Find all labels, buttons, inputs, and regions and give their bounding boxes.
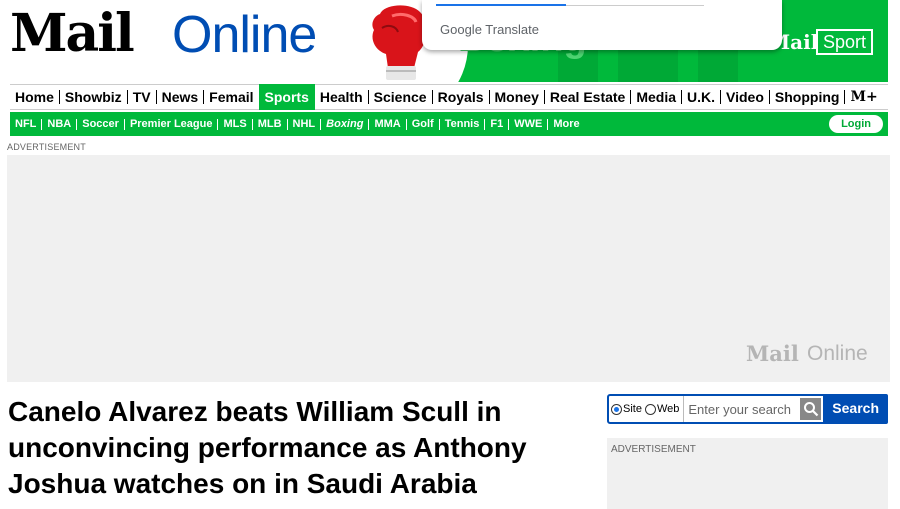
nav-item-sports[interactable]: Sports [258, 84, 315, 110]
site-header: Mail Online Boxing Mail Sport Google Tra… [0, 0, 900, 82]
subnav-item-mlb[interactable]: MLB [253, 118, 288, 130]
main-nav: Home Showbiz TV News Femail Sports Healt… [10, 84, 888, 110]
login-button[interactable]: Login [829, 115, 883, 133]
nav-item-news[interactable]: News [157, 90, 205, 104]
nav-item-science[interactable]: Science [369, 90, 433, 104]
radio-site-icon[interactable] [611, 403, 622, 415]
sports-subnav: NFL NBA Soccer Premier League MLS MLB NH… [10, 112, 888, 136]
subnav-item-boxing[interactable]: Boxing [321, 118, 370, 130]
subnav-item-golf[interactable]: Golf [407, 118, 440, 130]
subnav-item-premier-league[interactable]: Premier League [125, 118, 219, 130]
logo-mail[interactable]: Mail [10, 4, 135, 64]
nav-item-tv[interactable]: TV [128, 90, 157, 104]
nav-item-shopping[interactable]: Shopping [770, 90, 846, 104]
subnav-item-nba[interactable]: NBA [42, 118, 78, 130]
logo-online[interactable]: Online [172, 6, 317, 64]
ad-logo-online: Online [807, 342, 868, 365]
nav-item-real-estate[interactable]: Real Estate [545, 90, 632, 104]
search-input[interactable]: Enter your search [683, 396, 798, 422]
subnav-item-wwe[interactable]: WWE [509, 118, 549, 130]
brand-sport: Sport [816, 29, 874, 55]
subnav-item-nhl[interactable]: NHL [288, 118, 322, 130]
search-option-site-label: Site [623, 403, 642, 415]
radio-web-icon[interactable] [644, 403, 656, 415]
side-ad-label: ADVERTISEMENT [611, 444, 696, 455]
side-advertisement[interactable]: ADVERTISEMENT [607, 438, 888, 509]
article-headline: Canelo Alvarez beats William Scull in un… [8, 396, 527, 499]
google-translate-popup[interactable]: Google Translate [422, 0, 782, 50]
nav-item-royals[interactable]: Royals [433, 90, 490, 104]
google-translate-label: Google Translate [440, 22, 540, 37]
subnav-item-tennis[interactable]: Tennis [440, 118, 486, 130]
nav-item-home[interactable]: Home [10, 90, 60, 104]
subnav-item-nfl[interactable]: NFL [10, 118, 43, 130]
subnav-item-f1[interactable]: F1 [485, 118, 510, 130]
subnav-item-mma[interactable]: MMA [369, 118, 407, 130]
nav-item-money[interactable]: Money [490, 90, 545, 104]
nav-item-health[interactable]: Health [315, 90, 369, 104]
search-button[interactable]: Search [823, 394, 888, 424]
nav-item-showbiz[interactable]: Showbiz [60, 90, 128, 104]
advertisement-label: ADVERTISEMENT [7, 142, 86, 152]
nav-item-mail-plus[interactable]: M+ [845, 90, 882, 104]
nav-item-media[interactable]: Media [631, 90, 683, 104]
search-option-web-label: Web [656, 403, 680, 415]
ad-logo-mail: Mail [746, 341, 799, 366]
subnav-item-soccer[interactable]: Soccer [77, 118, 125, 130]
nav-item-uk[interactable]: U.K. [682, 90, 722, 104]
translate-progress-bar [436, 4, 566, 6]
search-box: Site Web Enter your search Search [607, 394, 888, 424]
search-icon[interactable] [799, 398, 822, 420]
search-option-site[interactable]: Site [611, 403, 642, 415]
search-option-web[interactable]: Web [644, 403, 680, 415]
subnav-item-more[interactable]: More [548, 118, 584, 130]
nav-item-femail[interactable]: Femail [204, 90, 258, 104]
translate-divider [566, 5, 704, 6]
nav-item-video[interactable]: Video [721, 90, 770, 104]
subnav-item-mls[interactable]: MLS [218, 118, 253, 130]
